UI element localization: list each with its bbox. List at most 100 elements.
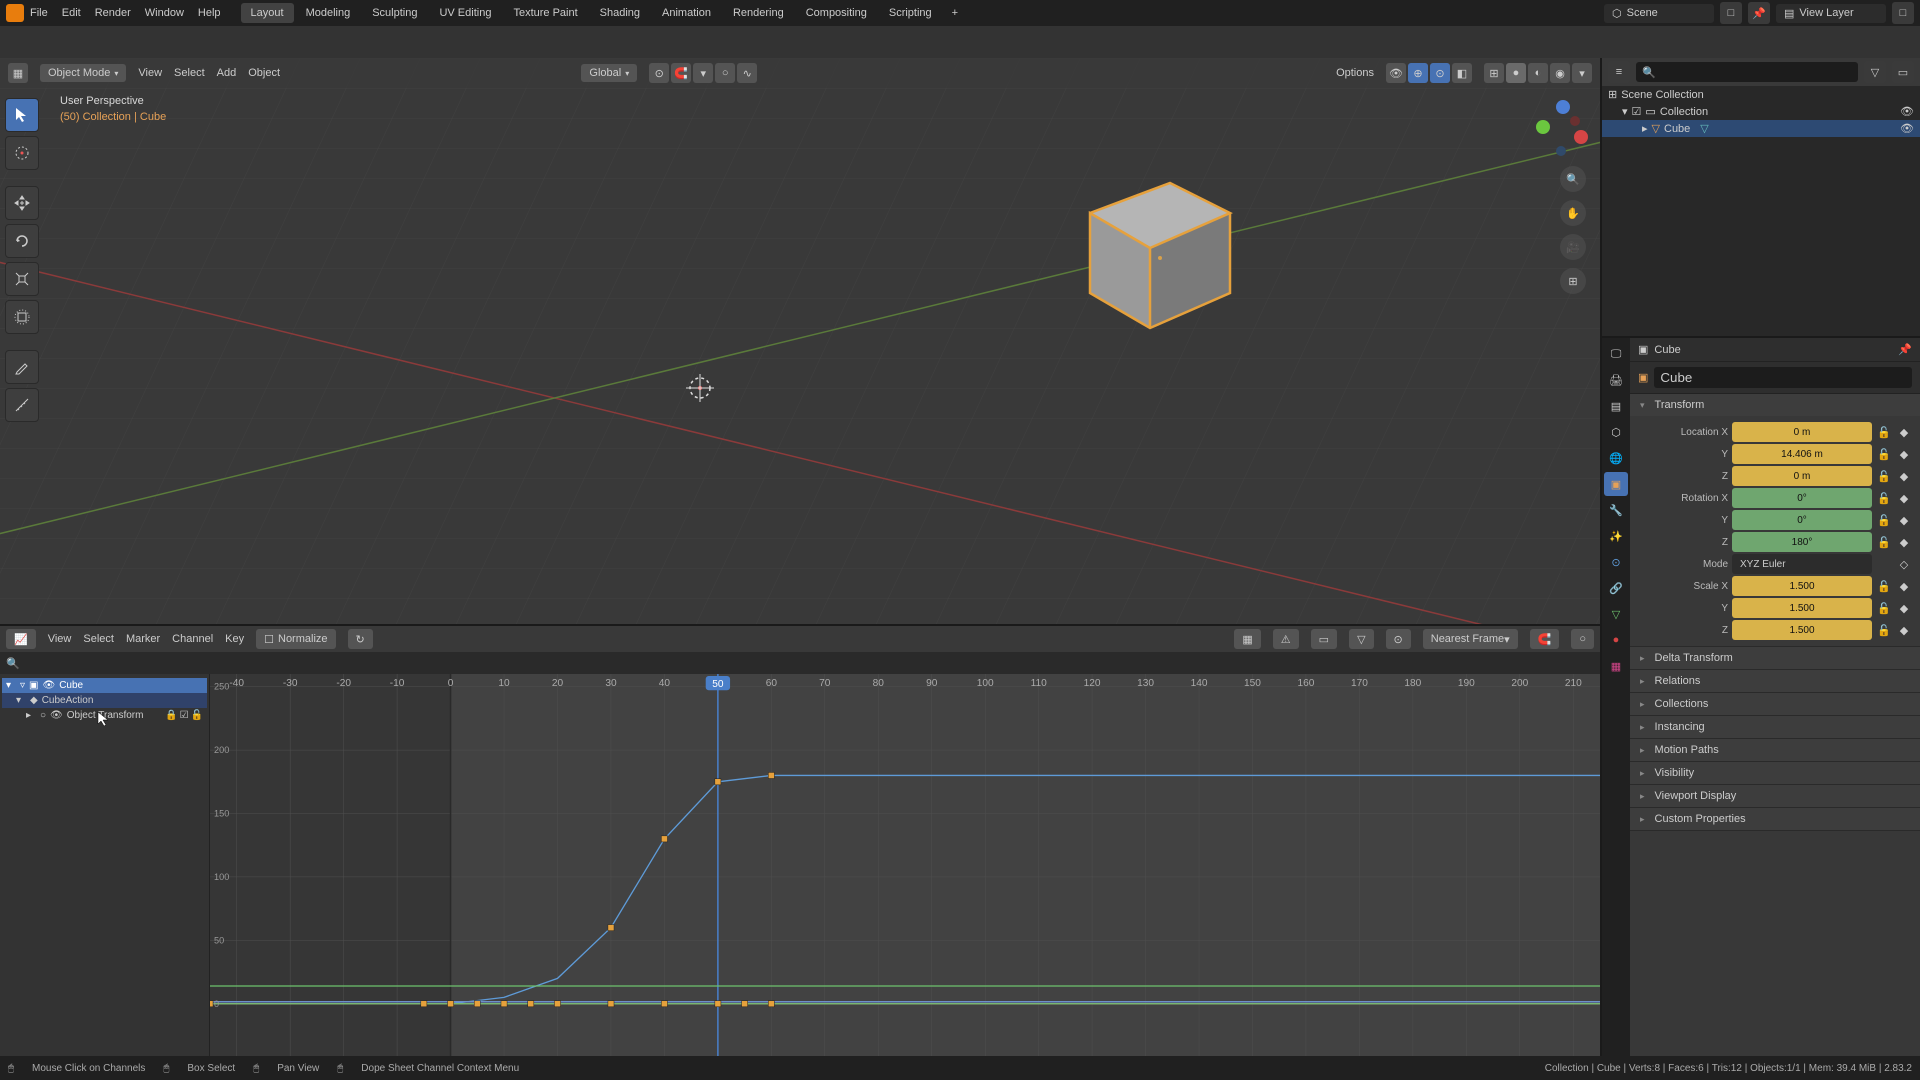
rotation-z-field[interactable]: 180° bbox=[1732, 532, 1872, 552]
outliner-search[interactable]: 🔍 bbox=[1636, 62, 1858, 82]
panel-instancing[interactable]: Instancing bbox=[1630, 716, 1920, 738]
scale-tool[interactable] bbox=[5, 262, 39, 296]
tab-render[interactable]: 🖵 bbox=[1604, 342, 1628, 366]
transform-panel-header[interactable]: Transform bbox=[1630, 394, 1920, 416]
graph-plot[interactable]: -40-30-20-100102030405060708090100110120… bbox=[210, 674, 1600, 1080]
view-layer-field[interactable]: ▤ View Layer bbox=[1776, 4, 1886, 23]
pan-button[interactable]: ✋ bbox=[1560, 200, 1586, 226]
options-dropdown[interactable]: Options bbox=[1336, 67, 1374, 79]
scale-x-field[interactable]: 1.500 bbox=[1732, 576, 1872, 596]
panel-collections[interactable]: Collections bbox=[1630, 693, 1920, 715]
menu-window[interactable]: Window bbox=[145, 7, 184, 19]
location-y-field[interactable]: 14.406 m bbox=[1732, 444, 1872, 464]
channel-object[interactable]: ▾▿▣👁 Cube bbox=[2, 678, 207, 693]
outliner-display-mode[interactable]: ≡ bbox=[1608, 61, 1630, 83]
perspective-button[interactable]: ⊞ bbox=[1560, 268, 1586, 294]
shading-material[interactable]: ◐ bbox=[1528, 63, 1548, 83]
proportional-button[interactable]: ○ bbox=[715, 63, 735, 83]
auto-normalize-button[interactable]: ↻ bbox=[348, 629, 373, 649]
tab-particles[interactable]: ✨ bbox=[1604, 524, 1628, 548]
select-tool[interactable] bbox=[5, 98, 39, 132]
location-z-field[interactable]: 0 m bbox=[1732, 466, 1872, 486]
rotation-y-field[interactable]: 0° bbox=[1732, 510, 1872, 530]
tab-material[interactable]: ● bbox=[1604, 628, 1628, 652]
nav-gizmo[interactable] bbox=[1532, 98, 1592, 158]
outliner-filter[interactable]: ▽ bbox=[1864, 61, 1886, 83]
location-x-field[interactable]: 0 m bbox=[1732, 422, 1872, 442]
editor-type-button[interactable]: ▦ bbox=[8, 63, 28, 83]
create-ghost-button[interactable]: ▭ bbox=[1311, 629, 1337, 649]
graph-menu-select[interactable]: Select bbox=[83, 633, 114, 645]
snap-button[interactable]: 🧲 bbox=[671, 63, 691, 83]
panel-delta-transform[interactable]: Delta Transform bbox=[1630, 647, 1920, 669]
vp-menu-add[interactable]: Add bbox=[217, 67, 237, 79]
outliner-cube[interactable]: ▸▽ Cube ▽ 👁 bbox=[1602, 120, 1920, 137]
menu-render[interactable]: Render bbox=[95, 7, 131, 19]
cursor-tool[interactable] bbox=[5, 136, 39, 170]
tab-modeling[interactable]: Modeling bbox=[296, 3, 361, 23]
show-errors-button[interactable]: ⚠ bbox=[1273, 629, 1299, 649]
gizmo-button[interactable]: ⊕ bbox=[1408, 63, 1428, 83]
panel-motion-paths[interactable]: Motion Paths bbox=[1630, 739, 1920, 761]
transform-tool[interactable] bbox=[5, 300, 39, 334]
axis-x[interactable] bbox=[1574, 130, 1588, 144]
axis-neg-x[interactable] bbox=[1570, 116, 1580, 126]
lock-button[interactable]: 🔓 bbox=[191, 710, 203, 721]
scale-y-field[interactable]: 1.500 bbox=[1732, 598, 1872, 618]
tab-constraints[interactable]: 🔗 bbox=[1604, 576, 1628, 600]
visibility-button[interactable]: 👁 bbox=[1386, 63, 1406, 83]
annotate-tool[interactable] bbox=[5, 350, 39, 384]
tab-uv-editing[interactable]: UV Editing bbox=[429, 3, 501, 23]
mode-dropdown[interactable]: Object Mode ▾ bbox=[40, 64, 126, 82]
mute-button[interactable]: 🔒 bbox=[165, 710, 177, 721]
rotation-mode-dropdown[interactable]: XYZ Euler bbox=[1732, 554, 1872, 574]
menu-file[interactable]: File bbox=[30, 7, 48, 19]
modifier-button[interactable]: ☑ bbox=[180, 710, 189, 721]
lock-icon[interactable]: 🔓 bbox=[1876, 424, 1892, 440]
tab-compositing[interactable]: Compositing bbox=[796, 3, 877, 23]
visibility-icon[interactable]: 👁 bbox=[1900, 105, 1914, 118]
pivot-button[interactable]: ⊙ bbox=[649, 63, 669, 83]
channel-search[interactable] bbox=[20, 656, 251, 671]
channel-action[interactable]: ▾◆ CubeAction bbox=[2, 693, 207, 708]
panel-visibility[interactable]: Visibility bbox=[1630, 762, 1920, 784]
measure-tool[interactable] bbox=[5, 388, 39, 422]
cube-object[interactable] bbox=[1050, 153, 1250, 353]
tab-texture[interactable]: ▦ bbox=[1604, 654, 1628, 678]
tab-texture-paint[interactable]: Texture Paint bbox=[503, 3, 587, 23]
shading-rendered[interactable]: ◉ bbox=[1550, 63, 1570, 83]
axis-neg-z[interactable] bbox=[1556, 146, 1566, 156]
tab-layout[interactable]: Layout bbox=[241, 3, 294, 23]
rotate-tool[interactable] bbox=[5, 224, 39, 258]
add-workspace-button[interactable]: + bbox=[944, 3, 966, 23]
menu-help[interactable]: Help bbox=[198, 7, 221, 19]
shading-dropdown[interactable]: ▾ bbox=[1572, 63, 1592, 83]
tab-shading[interactable]: Shading bbox=[590, 3, 650, 23]
proportional-graph-dropdown[interactable]: ○ bbox=[1571, 629, 1594, 649]
overlay-button[interactable]: ⊙ bbox=[1430, 63, 1450, 83]
panel-relations[interactable]: Relations bbox=[1630, 670, 1920, 692]
outliner-scene-collection[interactable]: ⊞ Scene Collection bbox=[1602, 86, 1920, 103]
menu-edit[interactable]: Edit bbox=[62, 7, 81, 19]
tab-rendering[interactable]: Rendering bbox=[723, 3, 794, 23]
tab-scripting[interactable]: Scripting bbox=[879, 3, 942, 23]
proportional-falloff-button[interactable]: ∿ bbox=[737, 63, 757, 83]
tab-output[interactable]: 🖨 bbox=[1604, 368, 1628, 392]
vp-menu-view[interactable]: View bbox=[138, 67, 162, 79]
ghost-curves-button[interactable]: ▦ bbox=[1234, 629, 1260, 649]
pin-scene-button[interactable]: 📌 bbox=[1748, 2, 1770, 24]
graph-menu-key[interactable]: Key bbox=[225, 633, 244, 645]
tab-animation[interactable]: Animation bbox=[652, 3, 721, 23]
snap-target-button[interactable]: ▾ bbox=[693, 63, 713, 83]
3d-viewport[interactable]: ▦ Object Mode ▾ View Select Add Object G… bbox=[0, 58, 1600, 624]
scene-field[interactable]: ⬡ Scene bbox=[1604, 4, 1714, 23]
filter-button[interactable]: ▽ bbox=[1349, 629, 1373, 649]
keyframe-dot-icon[interactable]: ◆ bbox=[1896, 424, 1912, 440]
scale-z-field[interactable]: 1.500 bbox=[1732, 620, 1872, 640]
xray-button[interactable]: ◧ bbox=[1452, 63, 1472, 83]
axis-z[interactable] bbox=[1556, 100, 1570, 114]
graph-editor-type[interactable]: 📈 bbox=[6, 629, 36, 649]
orientation-dropdown[interactable]: Global ▾ bbox=[581, 64, 637, 82]
graph-menu-channel[interactable]: Channel bbox=[172, 633, 213, 645]
pivot-dropdown[interactable]: Nearest Frame ▾ bbox=[1423, 629, 1518, 649]
